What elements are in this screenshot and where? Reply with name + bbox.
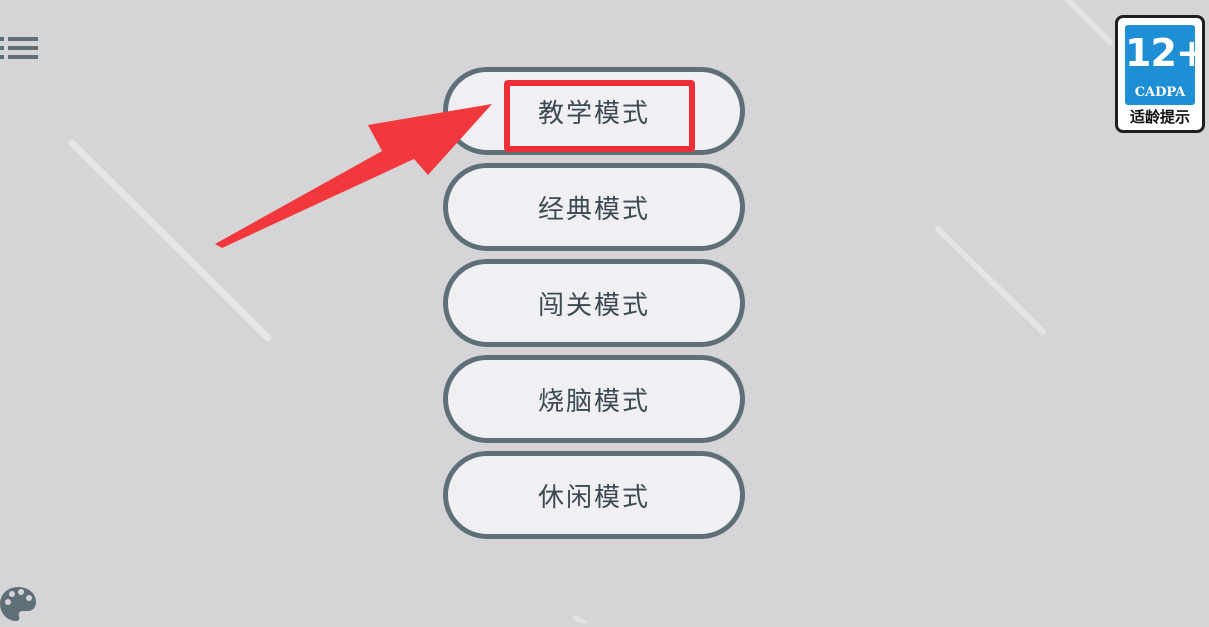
menu-list-icon[interactable] xyxy=(0,34,40,64)
age-rating-panel: 12+ CADPA xyxy=(1125,25,1205,105)
mode-label: 闯关模式 xyxy=(537,290,650,321)
mode-button-classic[interactable]: 经典模式 xyxy=(443,163,745,251)
age-rating-org: CADPA xyxy=(1134,85,1186,100)
palette-icon[interactable] xyxy=(0,585,38,623)
mode-list: 教学模式 经典模式 闯关模式 烧脑模式 休闲模式 xyxy=(443,67,745,547)
mode-button-casual[interactable]: 休闲模式 xyxy=(443,451,745,539)
age-rating-badge: 12+ CADPA 适龄提示 xyxy=(1115,15,1205,133)
mode-label: 休闲模式 xyxy=(537,482,650,513)
age-rating-value: 12+ xyxy=(1125,31,1205,75)
mode-button-levels[interactable]: 闯关模式 xyxy=(443,259,745,347)
mode-button-teaching[interactable]: 教学模式 xyxy=(443,67,745,155)
age-rating-hint: 适龄提示 xyxy=(1129,108,1190,126)
mode-label: 教学模式 xyxy=(537,98,650,129)
mode-label: 经典模式 xyxy=(537,194,650,225)
mode-button-brain[interactable]: 烧脑模式 xyxy=(443,355,745,443)
mode-label: 烧脑模式 xyxy=(537,386,650,417)
